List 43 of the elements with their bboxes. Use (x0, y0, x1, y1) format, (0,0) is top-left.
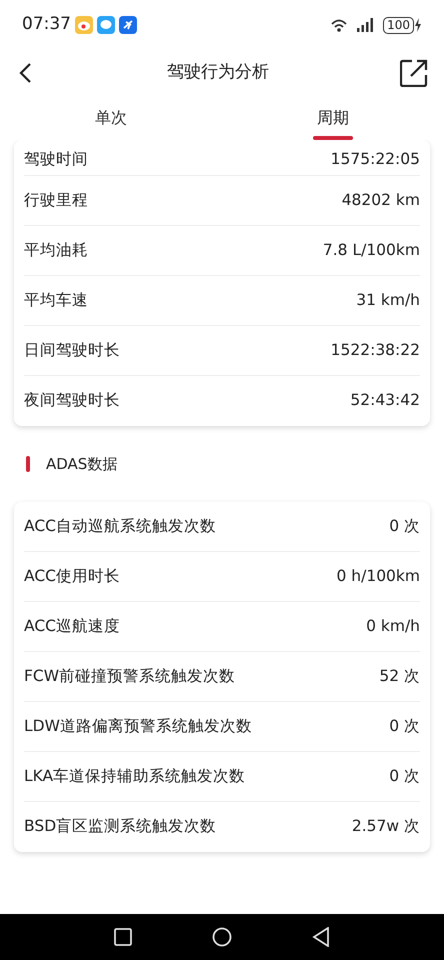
row-label: 日间驾驶时长 (24, 340, 120, 361)
status-time: 07:37 (22, 13, 71, 36)
share-icon[interactable] (400, 59, 428, 87)
tab[interactable]: 周期 (222, 96, 444, 140)
row-value: 0 次 (389, 516, 420, 537)
row-label: LDW道路偏离预警系统触发次数 (24, 716, 252, 737)
row-value: 0 h/100km (336, 566, 420, 587)
row-value: 2.57w 次 (352, 816, 420, 838)
row-label: 夜间驾驶时长 (24, 390, 120, 412)
row-label: FCW前碰撞预警系统触发次数 (24, 666, 236, 687)
row-value: 7.8 L/100km (322, 240, 420, 261)
home-icon[interactable] (212, 927, 232, 947)
row-label: ACC巡航速度 (24, 616, 120, 637)
row-value: 1522:38:22 (330, 340, 420, 361)
back-nav-icon[interactable] (312, 927, 330, 947)
row-label: 平均油耗 (24, 240, 88, 261)
row-label: 驾驶时间 (24, 148, 88, 170)
tab[interactable]: 单次 (0, 96, 222, 140)
row-value: 48202 km (342, 190, 420, 211)
weibo-icon (75, 16, 93, 34)
row-value: 0 次 (389, 766, 420, 787)
battery-indicator: 100 (383, 16, 414, 34)
row-label: BSD盲区监测系统触发次数 (24, 816, 216, 838)
row-label: ACC使用时长 (24, 566, 120, 587)
row-value: 0 km/h (366, 616, 420, 637)
accent-bar (26, 456, 30, 472)
page-title: 驾驶行为分析 (167, 61, 269, 84)
row-label: 行驶里程 (24, 190, 88, 211)
row-value: 31 km/h (356, 290, 420, 311)
row-value: 0 次 (389, 716, 420, 737)
recents-icon[interactable] (114, 928, 132, 946)
row-label: LKA车道保持辅助系统触发次数 (24, 766, 246, 787)
wifi-icon (329, 17, 350, 33)
plane-app-icon (119, 16, 137, 34)
chat-app-icon (97, 16, 115, 34)
row-label: ACC自动巡航系统触发次数 (24, 516, 216, 537)
row-label: 平均车速 (24, 290, 88, 311)
row-value: 52 次 (379, 666, 420, 687)
section-title: ADAS数据 (46, 454, 118, 475)
signal-icon (357, 18, 376, 32)
row-value: 52:43:42 (350, 390, 420, 412)
charging-icon (414, 18, 422, 32)
row-value: 1575:22:05 (330, 148, 420, 170)
